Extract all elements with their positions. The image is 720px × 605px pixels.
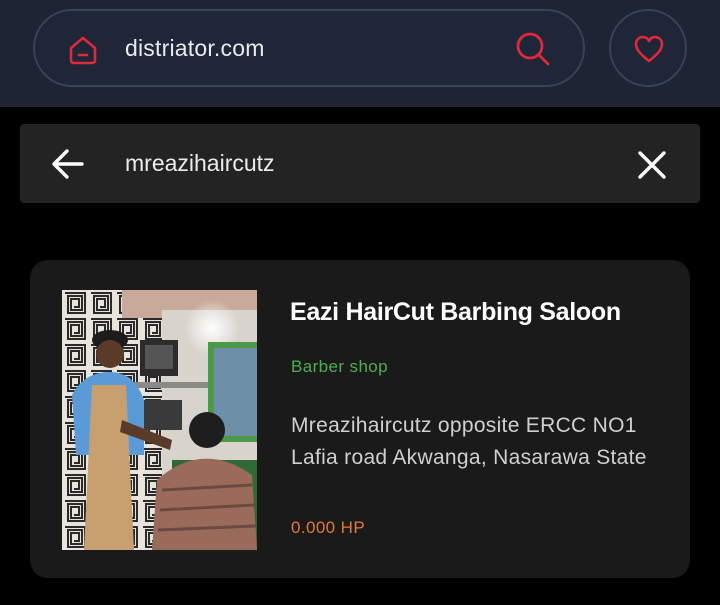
arrow-left-icon[interactable]: [50, 146, 86, 182]
home-icon[interactable]: [66, 33, 100, 67]
heart-icon: [634, 35, 664, 63]
search-input[interactable]: mreazihaircutz: [125, 150, 275, 177]
address-bar[interactable]: distriator.com: [33, 9, 585, 87]
result-title[interactable]: Eazi HairCut Barbing Saloon: [290, 298, 621, 327]
browser-top-bar: distriator.com: [0, 0, 720, 107]
shop-photo: [62, 290, 257, 550]
close-icon[interactable]: [637, 150, 667, 180]
result-price: 0.000 HP: [291, 518, 366, 537]
url-text[interactable]: distriator.com: [125, 35, 265, 62]
result-address: Mreazihaircutz opposite ERCC NO1 Lafia r…: [291, 414, 647, 469]
result-card[interactable]: Eazi HairCut Barbing Saloon Barber shop …: [30, 260, 690, 578]
search-icon[interactable]: [513, 29, 553, 69]
result-category: Barber shop: [291, 357, 389, 376]
favorite-button[interactable]: [609, 9, 687, 87]
search-bar: mreazihaircutz: [20, 124, 700, 203]
